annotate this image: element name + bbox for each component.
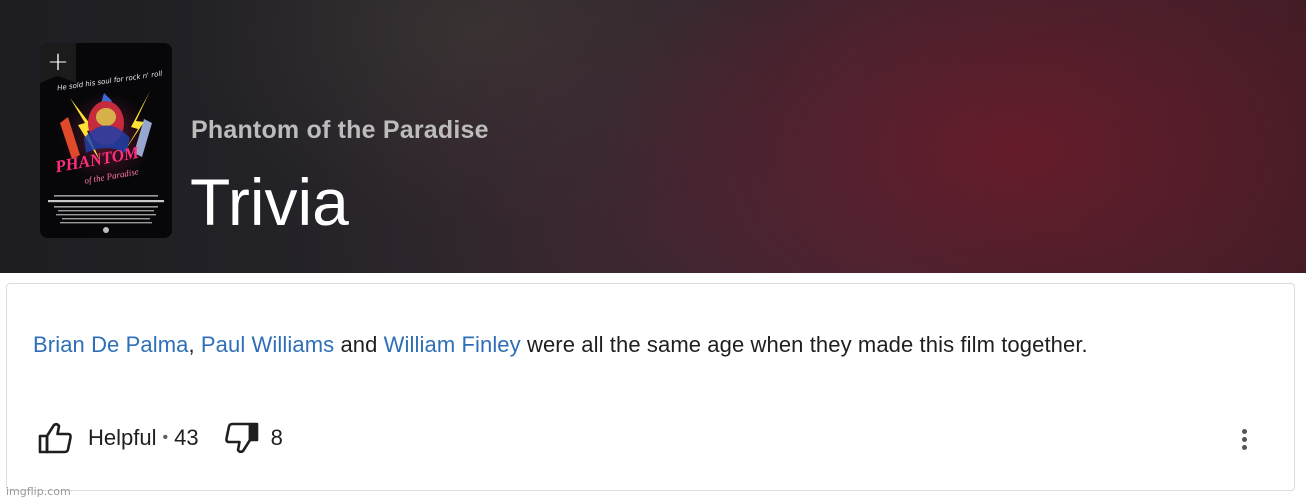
plus-icon: + [47,47,69,77]
title-header: He sold his soul for rock n' roll PHANTO… [0,0,1306,273]
movie-title-link[interactable]: Phantom of the Paradise [191,116,489,145]
trivia-item: Brian De Palma, Paul Williams and Willia… [6,283,1295,491]
helpful-count: 43 [174,425,199,450]
more-vertical-icon-dot [1241,436,1247,442]
count-separator: • [162,429,169,446]
thumbs-up-icon [37,421,73,455]
thumbs-down-icon [224,421,260,455]
person-link-william-finley[interactable]: William Finley [384,332,521,357]
text-separator-comma: , [188,332,201,357]
page-title: Trivia [190,165,349,239]
person-link-brian-de-palma[interactable]: Brian De Palma [33,332,188,357]
helpful-button[interactable]: Helpful • 43 [37,421,199,455]
vote-row: Helpful • 43 8 [37,421,283,455]
trivia-text: Brian De Palma, Paul Williams and Willia… [33,326,1233,364]
more-vertical-icon [1241,428,1247,434]
not-helpful-button[interactable]: 8 [224,421,283,455]
not-helpful-count: 8 [270,425,283,450]
movie-poster[interactable]: He sold his soul for rock n' roll PHANTO… [40,43,172,238]
trivia-body-text: were all the same age when they made thi… [520,332,1088,357]
text-separator-and: and [334,332,384,357]
more-options-button[interactable] [1231,422,1257,456]
more-vertical-icon-dot [1241,444,1247,450]
person-link-paul-williams[interactable]: Paul Williams [201,332,334,357]
watermark: imgflip.com [6,485,71,498]
helpful-label: Helpful [88,425,157,450]
